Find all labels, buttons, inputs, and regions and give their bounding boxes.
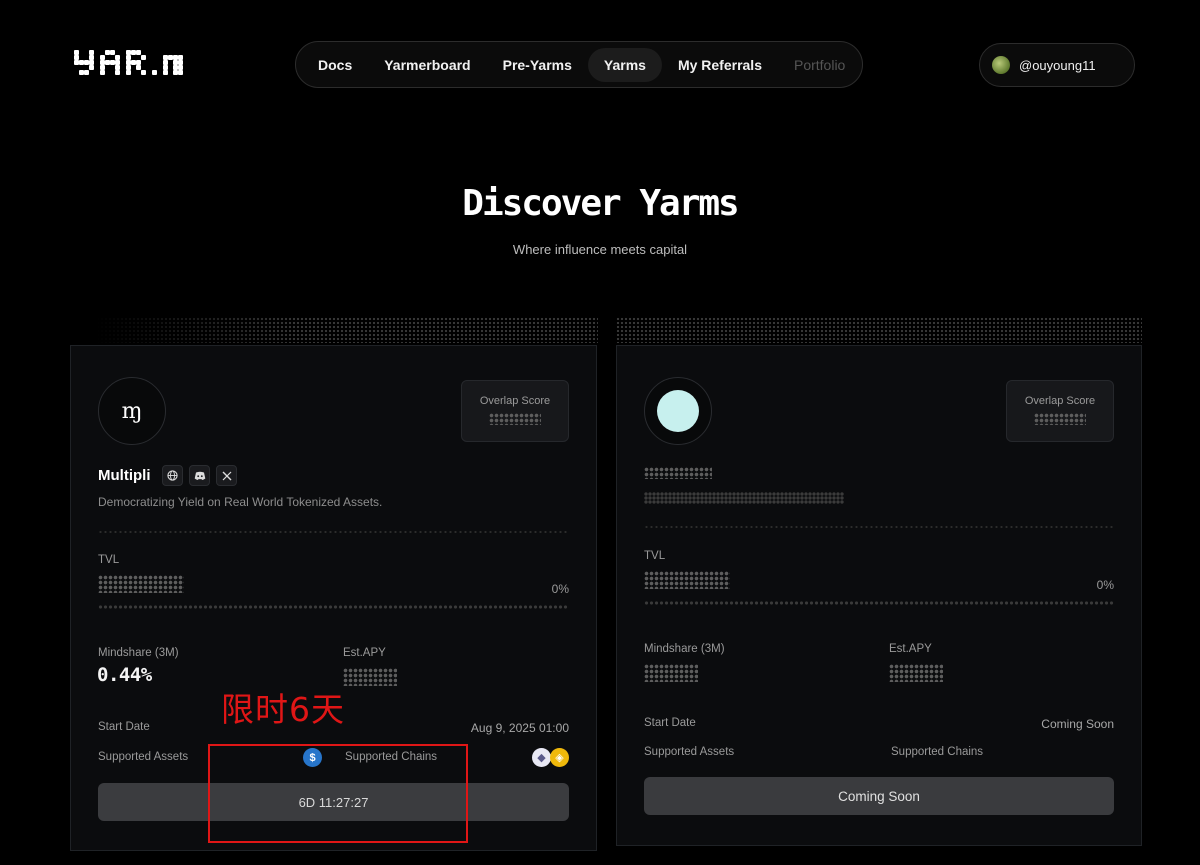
yarm-logo[interactable]	[74, 50, 183, 75]
tvl-hidden-value	[644, 571, 730, 589]
start-date-label: Start Date	[98, 721, 150, 733]
page-title: Discover Yarms	[462, 183, 739, 224]
tvl-hidden-value	[98, 575, 184, 593]
overlap-score-box: Overlap Score	[461, 380, 569, 442]
mindshare-label: Mindshare (3M)	[98, 647, 179, 659]
yarm-card-upcoming[interactable]: Overlap Score TVL 0% Mindshare (3M) Est.…	[616, 345, 1142, 846]
social-links	[162, 465, 237, 486]
logo-glyph-m	[163, 50, 183, 75]
tvl-label: TVL	[98, 554, 120, 566]
mindshare-hidden-value	[644, 664, 698, 682]
ethereum-icon: ◆	[532, 748, 551, 767]
apy-label: Est.APY	[343, 647, 386, 659]
decorative-dot-strip	[616, 317, 1142, 343]
logo-glyph-r	[126, 50, 146, 75]
nav-portfolio[interactable]: Portfolio	[778, 48, 861, 82]
bnb-icon: ◈	[550, 748, 569, 767]
annotation-highlight-box	[208, 744, 468, 843]
page-subtitle: Where influence meets capital	[512, 242, 688, 257]
project-logo	[644, 377, 712, 445]
apy-hidden-value	[889, 664, 943, 682]
coming-soon-button[interactable]: Coming Soon	[644, 777, 1114, 815]
divider	[98, 531, 569, 533]
supported-assets-label: Supported Assets	[644, 746, 735, 758]
user-account-button[interactable]: @ouyoung11	[979, 43, 1135, 87]
discord-icon[interactable]	[189, 465, 210, 486]
avatar	[992, 56, 1010, 74]
main-nav: Docs Yarmerboard Pre-Yarms Yarms My Refe…	[295, 41, 863, 88]
logo-glyph-a	[100, 50, 120, 75]
overlap-score-box: Overlap Score	[1006, 380, 1114, 442]
annotation-text: 限时6天	[221, 690, 345, 729]
mindshare-value: 0.44%	[97, 664, 152, 686]
start-date-label: Start Date	[644, 717, 696, 729]
project-logo: ɱ	[98, 377, 166, 445]
mindshare-label: Mindshare (3M)	[644, 643, 725, 655]
apy-label: Est.APY	[889, 643, 932, 655]
overlap-score-hidden-value	[1034, 413, 1086, 425]
project-description-hidden	[644, 492, 844, 504]
multipli-logo-icon: ɱ	[121, 398, 143, 424]
tvl-percent: 0%	[551, 582, 569, 596]
nav-my-referrals[interactable]: My Referrals	[662, 48, 778, 82]
logo-glyph-y	[74, 50, 94, 75]
nav-docs[interactable]: Docs	[302, 48, 368, 82]
apy-hidden-value	[343, 668, 397, 686]
user-handle: @ouyoung11	[1019, 57, 1096, 73]
globe-icon[interactable]	[162, 465, 183, 486]
x-icon[interactable]	[216, 465, 237, 486]
overlap-score-label: Overlap Score	[1024, 395, 1096, 407]
supported-chains-label: Supported Chains	[891, 746, 984, 758]
supported-assets-label: Supported Assets	[98, 751, 189, 763]
tvl-percent: 0%	[1096, 578, 1114, 592]
project-name: Multipli	[98, 467, 151, 484]
tvl-progress-bar	[644, 600, 1114, 606]
tvl-label: TVL	[644, 550, 666, 562]
nav-yarmerboard[interactable]: Yarmerboard	[368, 48, 486, 82]
overlap-score-hidden-value	[489, 413, 541, 425]
project-name-hidden	[644, 467, 712, 479]
logo-glyph-dot	[152, 50, 157, 75]
nav-yarms[interactable]: Yarms	[587, 47, 662, 82]
placeholder-logo-icon	[657, 390, 699, 432]
start-date-value: Coming Soon	[1041, 717, 1114, 731]
divider	[644, 526, 1114, 528]
tvl-progress-bar	[98, 604, 569, 610]
start-date-value: Aug 9, 2025 01:00	[470, 721, 569, 735]
nav-pre-yarms[interactable]: Pre-Yarms	[487, 48, 588, 82]
overlap-score-label: Overlap Score	[479, 395, 551, 407]
decorative-dot-strip	[96, 317, 598, 343]
project-description: Democratizing Yield on Real World Tokeni…	[98, 495, 383, 509]
